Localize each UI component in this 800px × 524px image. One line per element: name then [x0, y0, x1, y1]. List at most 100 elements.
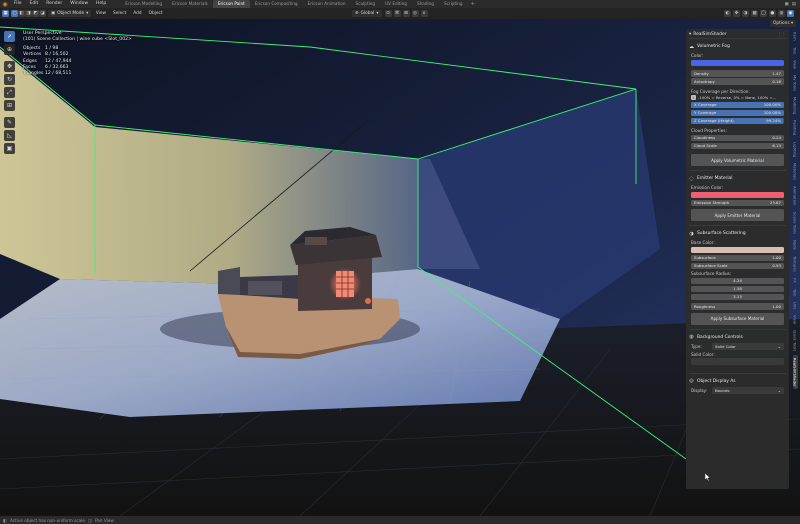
- select-subtract-icon[interactable]: ◨: [25, 10, 32, 17]
- snap-icon[interactable]: ⌘: [393, 10, 401, 17]
- sidebar-tab[interactable]: Tool: [793, 44, 798, 57]
- select-extend-icon[interactable]: ◧: [18, 10, 25, 17]
- fog-color-label: Color:: [691, 53, 704, 58]
- sidebar-tab[interactable]: Item: [793, 29, 798, 44]
- rotate-tool-icon[interactable]: ↻: [4, 74, 15, 85]
- select-invert-icon[interactable]: ◩: [32, 10, 39, 17]
- mode-dropdown[interactable]: ▣ Object Mode ▾: [48, 10, 92, 17]
- z-coverage-slider[interactable]: Z Coverage (Height) 99.24%: [691, 117, 784, 124]
- measure-tool-icon[interactable]: ◺: [4, 130, 15, 141]
- density-field[interactable]: Density 1.47: [691, 70, 784, 77]
- sidebar-tab[interactable]: FX: [793, 275, 798, 286]
- sidebar-tab[interactable]: Quick Tools: [793, 327, 798, 354]
- cloudiness-field[interactable]: Cloudiness 0.24: [691, 134, 784, 141]
- pivot-icon[interactable]: ⊙: [384, 10, 392, 17]
- options-dropdown[interactable]: Options ▾: [770, 20, 797, 27]
- editor-type-icon[interactable]: ▦: [2, 10, 9, 17]
- workspace-tab-uv-editing[interactable]: UV Editing: [380, 0, 412, 8]
- radius-x-field[interactable]: 4.24: [691, 277, 784, 284]
- xray-icon[interactable]: ▩: [751, 10, 758, 17]
- sidebar-tab[interactable]: Scene Tools: [793, 209, 798, 237]
- base-color-swatch[interactable]: [691, 246, 784, 253]
- workspace-tab-paint[interactable]: Ericson Paint: [212, 0, 250, 8]
- cloud-scale-field[interactable]: Cloud Scale 6.13: [691, 142, 784, 149]
- view-layer-icon[interactable]: ▤: [792, 2, 796, 7]
- drag-handle-icon[interactable]: ⋮⋮: [777, 32, 786, 37]
- radius-z-field[interactable]: 3.13: [691, 293, 784, 300]
- y-coverage-slider[interactable]: Y Coverage 100.00%: [691, 109, 784, 116]
- blender-logo-icon[interactable]: ◉: [0, 0, 10, 8]
- workspace-tab-scripting[interactable]: Scripting: [439, 0, 468, 8]
- menu-help[interactable]: Help: [92, 0, 110, 8]
- sidebar-tab[interactable]: View: [793, 57, 798, 72]
- sidebar-tab[interactable]: Painting: [793, 117, 798, 138]
- menu-render[interactable]: Render: [42, 0, 66, 8]
- sidebar-tab[interactable]: Tool: [793, 286, 798, 299]
- wireframe-shading-icon[interactable]: ◯: [760, 10, 767, 17]
- snap-target-icon[interactable]: ⊞: [402, 10, 410, 17]
- select-intersect-icon[interactable]: ◪: [39, 10, 46, 17]
- header-menu-object[interactable]: Object: [145, 11, 166, 16]
- workspace-tab-sculpting[interactable]: Sculpting: [351, 0, 381, 8]
- scale-tool-icon[interactable]: ⤢: [4, 87, 15, 98]
- solid-color-swatch[interactable]: [691, 358, 784, 365]
- falloff-icon[interactable]: ∧: [420, 10, 428, 17]
- sidebar-tab[interactable]: Textures: [793, 253, 798, 275]
- workspace-tab-materials[interactable]: Ericson Materials: [167, 0, 213, 8]
- sidebar-tab[interactable]: Lighting: [793, 139, 798, 160]
- sidebar-tab[interactable]: UVs: [793, 299, 798, 312]
- anisotropy-field[interactable]: Anisotropy 0.16: [691, 78, 784, 85]
- select-box-mode-icon[interactable]: ▢: [11, 10, 18, 17]
- x-coverage-slider[interactable]: X Coverage 100.00%: [691, 101, 784, 108]
- sidebar-tab[interactable]: Materials: [793, 160, 798, 183]
- 3d-viewport[interactable]: User Perspective (101) Scene Collection …: [0, 19, 800, 516]
- fog-color-swatch[interactable]: [691, 59, 784, 66]
- background-type-dropdown[interactable]: Solid Color ⌄: [712, 343, 784, 350]
- apply-subsurface-button[interactable]: Apply Subsurface Material: [691, 312, 784, 325]
- sidebar-tab[interactable]: View: [793, 312, 798, 327]
- header-menu-view[interactable]: View: [92, 11, 109, 16]
- sidebar-tab[interactable]: Modeling: [793, 94, 798, 117]
- solid-shading-icon[interactable]: ●: [769, 10, 776, 17]
- menu-edit[interactable]: Edit: [26, 0, 43, 8]
- emission-strength-field[interactable]: Emission Strength 23.67: [691, 199, 784, 206]
- transform-tool-icon[interactable]: ⊞: [4, 100, 15, 111]
- workspace-tab-modelling[interactable]: Ericson Modelling: [120, 0, 167, 8]
- select-box-tool-icon[interactable]: ➚: [4, 31, 15, 42]
- workspace-tab-shading[interactable]: Shading: [412, 0, 439, 8]
- apply-emitter-button[interactable]: Apply Emitter Material: [691, 209, 784, 221]
- panel-header[interactable]: ▾ RealSimShader ⋮⋮: [689, 31, 786, 39]
- visibility-icon[interactable]: ◐: [724, 10, 731, 17]
- workspace-tab-animation[interactable]: Ericson Animation: [303, 0, 351, 8]
- header-menu-select[interactable]: Select: [110, 11, 130, 16]
- move-tool-icon[interactable]: ✥: [4, 61, 15, 72]
- subsurface-field[interactable]: Subsurface 1.00: [691, 254, 784, 261]
- add-workspace-icon[interactable]: +: [468, 1, 478, 7]
- gizmo-icon[interactable]: ✥: [733, 10, 740, 17]
- transform-orientation-dropdown[interactable]: ⊕ Global ▾: [352, 10, 382, 17]
- menu-file[interactable]: File: [10, 0, 26, 8]
- display-as-dropdown[interactable]: Bounds ⌄: [712, 387, 784, 394]
- sidebar-tab[interactable]: RealSimShader: [792, 354, 798, 390]
- emission-color-swatch[interactable]: [691, 191, 784, 198]
- header-menu-add[interactable]: Add: [130, 11, 145, 16]
- subsurface-scale-field[interactable]: Subsurface Scale 0.93: [691, 262, 784, 269]
- workspace-tab-compositing[interactable]: Ericson Compositing: [250, 0, 303, 8]
- overlay-icon[interactable]: ◑: [742, 10, 749, 17]
- field-value: 1.00: [772, 255, 781, 261]
- radius-y-field[interactable]: 1.58: [691, 285, 784, 292]
- menu-window[interactable]: Window: [66, 0, 92, 8]
- proportional-edit-icon[interactable]: ◎: [411, 10, 419, 17]
- roughness-field[interactable]: Roughness 1.00: [691, 303, 784, 310]
- scene-icon[interactable]: ▣: [784, 2, 788, 7]
- field-label: Roughness: [694, 303, 716, 309]
- sidebar-tab[interactable]: Node: [793, 237, 798, 253]
- annotate-tool-icon[interactable]: ✎: [4, 117, 15, 128]
- apply-volumetric-button[interactable]: Apply Volumetric Material: [691, 154, 784, 166]
- add-cube-tool-icon[interactable]: ▣: [4, 143, 15, 154]
- sidebar-tab[interactable]: My Tools: [793, 72, 798, 94]
- rendered-shading-icon[interactable]: ◉: [787, 10, 794, 17]
- cursor-tool-icon[interactable]: ⊕: [4, 44, 15, 55]
- material-shading-icon[interactable]: ◍: [778, 10, 785, 17]
- sidebar-tab[interactable]: Animation: [793, 183, 798, 208]
